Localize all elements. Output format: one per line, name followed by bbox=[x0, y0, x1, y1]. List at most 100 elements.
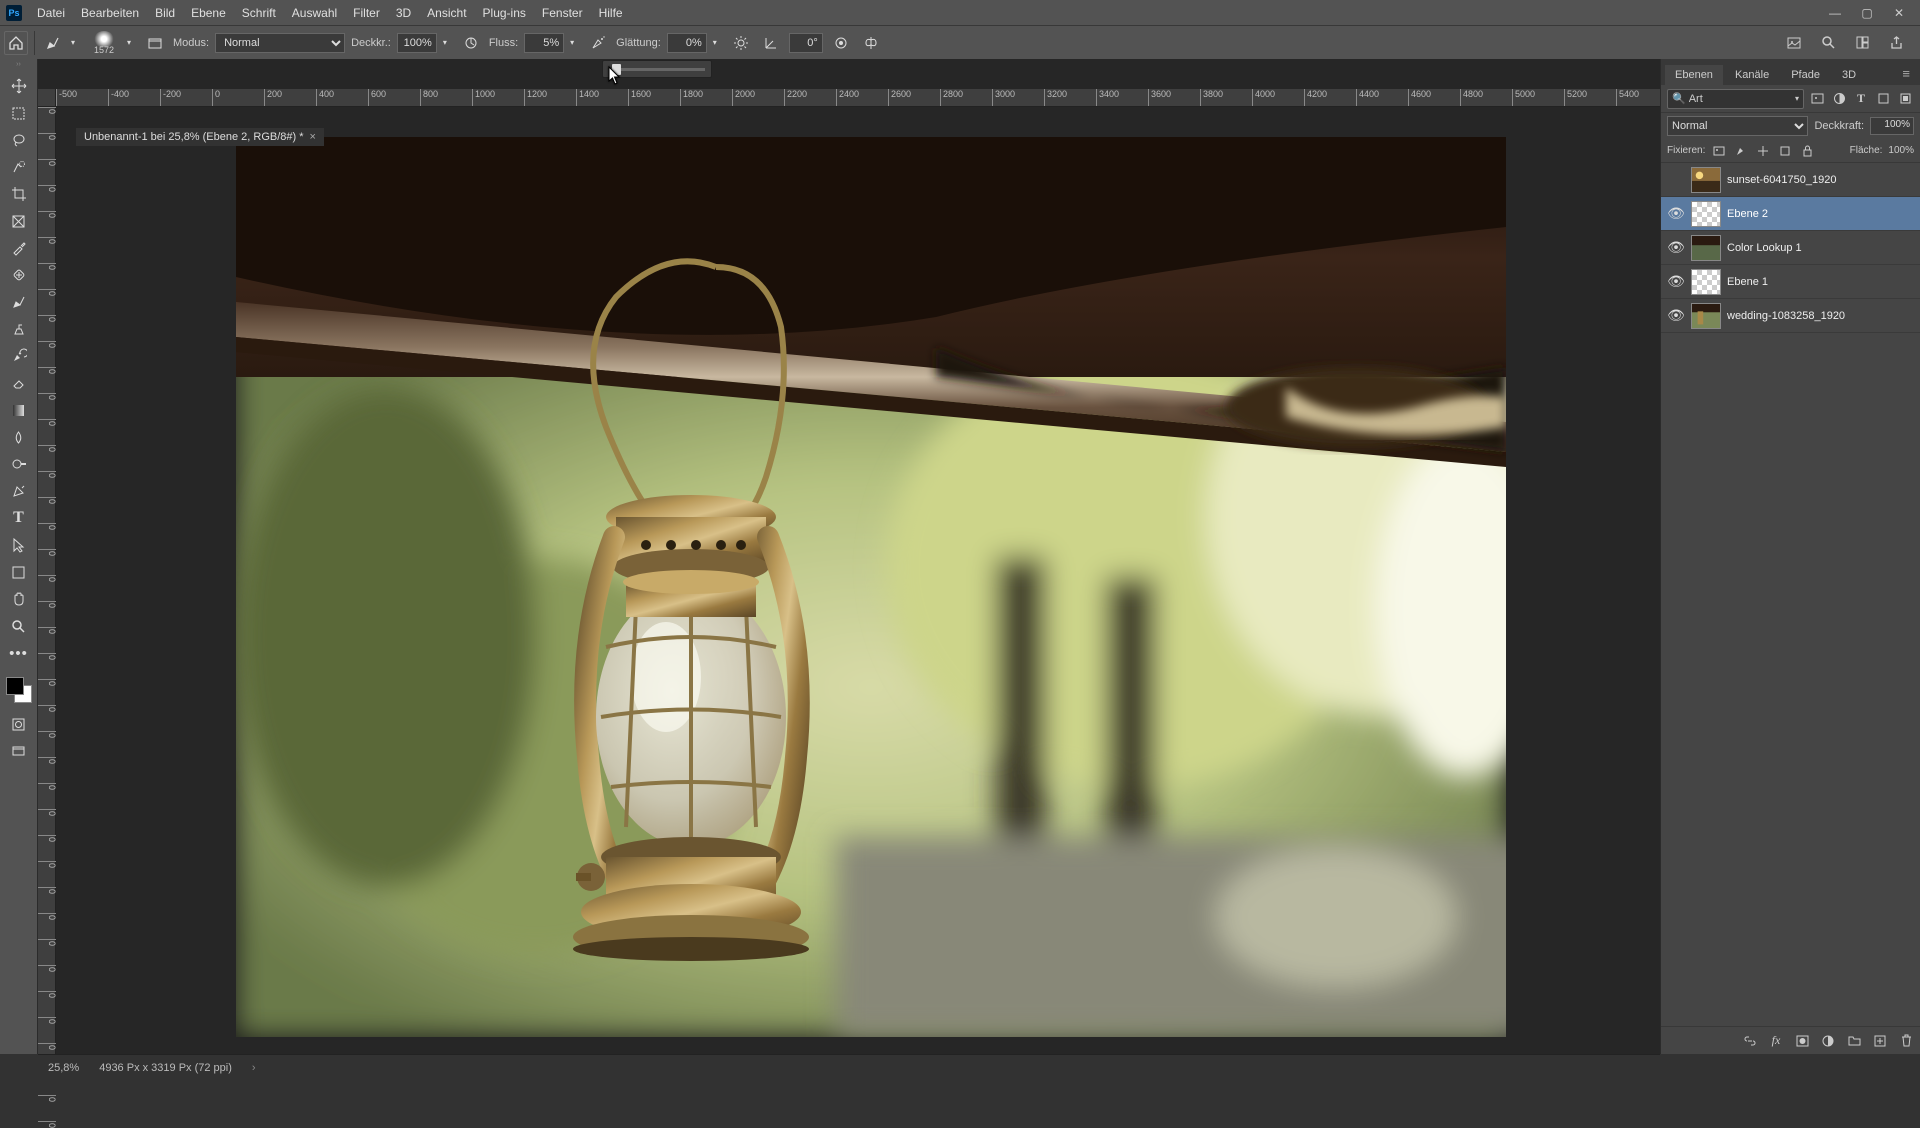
cloud-docs-button[interactable] bbox=[1782, 31, 1806, 55]
visibility-toggle[interactable]: 👁 bbox=[1667, 171, 1685, 188]
layer-row[interactable]: 👁 wedding-1083258_1920 bbox=[1661, 299, 1920, 333]
visibility-toggle[interactable]: 👁 bbox=[1667, 273, 1685, 290]
layer-row[interactable]: 👁 sunset-6041750_1920 bbox=[1661, 163, 1920, 197]
gradient-tool[interactable] bbox=[4, 397, 34, 423]
angle-button[interactable] bbox=[759, 31, 783, 55]
smoothing-options-button[interactable] bbox=[729, 31, 753, 55]
smoothing-input[interactable]: 0% bbox=[667, 33, 707, 53]
brush-tool[interactable] bbox=[4, 289, 34, 315]
flow-slider-popup[interactable] bbox=[602, 60, 712, 78]
layer-thumbnail[interactable] bbox=[1691, 303, 1721, 329]
layer-row[interactable]: 👁 Ebene 2 bbox=[1661, 197, 1920, 231]
adjustment-layer-button[interactable] bbox=[1820, 1033, 1836, 1049]
filter-shape-icon[interactable] bbox=[1874, 90, 1892, 108]
crop-tool[interactable] bbox=[4, 181, 34, 207]
layer-filter-input[interactable] bbox=[1689, 93, 1795, 105]
tab-pfade[interactable]: Pfade bbox=[1781, 65, 1830, 85]
marquee-tool[interactable] bbox=[4, 100, 34, 126]
symmetry-button[interactable] bbox=[859, 31, 883, 55]
edit-toolbar-button[interactable]: ••• bbox=[4, 640, 34, 666]
window-minimize-button[interactable]: — bbox=[1820, 3, 1850, 23]
quick-selection-tool[interactable] bbox=[4, 154, 34, 180]
lock-move-icon[interactable] bbox=[1755, 143, 1771, 159]
document-tab[interactable]: Unbenannt-1 bei 25,8% (Ebene 2, RGB/8#) … bbox=[76, 128, 324, 146]
tab-3d[interactable]: 3D bbox=[1832, 65, 1866, 85]
menu-bearbeiten[interactable]: Bearbeiten bbox=[74, 3, 146, 23]
workspace-button[interactable] bbox=[1850, 31, 1874, 55]
share-button[interactable] bbox=[1884, 31, 1908, 55]
layer-row[interactable]: 👁 Color Lookup 1 bbox=[1661, 231, 1920, 265]
dodge-tool[interactable] bbox=[4, 451, 34, 477]
screen-mode-button[interactable] bbox=[4, 738, 34, 764]
menu-datei[interactable]: Datei bbox=[30, 3, 72, 23]
layer-name[interactable]: Ebene 2 bbox=[1727, 208, 1768, 220]
slider-thumb[interactable] bbox=[612, 64, 621, 75]
link-layers-button[interactable] bbox=[1742, 1033, 1758, 1049]
home-button[interactable] bbox=[4, 31, 28, 55]
chevron-right-icon[interactable]: › bbox=[252, 1062, 256, 1074]
new-layer-button[interactable] bbox=[1872, 1033, 1888, 1049]
vertical-ruler[interactable]: 0000000000000000000000000000000000000000 bbox=[38, 107, 56, 1054]
filter-type-icon[interactable]: T bbox=[1852, 90, 1870, 108]
menu-ebene[interactable]: Ebene bbox=[184, 3, 233, 23]
brush-settings-button[interactable] bbox=[143, 31, 167, 55]
lock-artboard-icon[interactable] bbox=[1777, 143, 1793, 159]
clone-stamp-tool[interactable] bbox=[4, 316, 34, 342]
zoom-tool[interactable] bbox=[4, 613, 34, 639]
frame-tool[interactable] bbox=[4, 208, 34, 234]
chevron-down-icon[interactable]: ▾ bbox=[713, 38, 723, 47]
layer-thumbnail[interactable] bbox=[1691, 269, 1721, 295]
hand-tool[interactable] bbox=[4, 586, 34, 612]
chevron-down-icon[interactable]: ▾ bbox=[570, 38, 580, 47]
brush-preset-picker[interactable]: 1572 bbox=[87, 28, 121, 58]
blur-tool[interactable] bbox=[4, 424, 34, 450]
chevron-down-icon[interactable]: ▾ bbox=[127, 38, 137, 47]
canvas-viewport[interactable] bbox=[56, 107, 1660, 1054]
menu-hilfe[interactable]: Hilfe bbox=[592, 3, 630, 23]
filter-pixel-icon[interactable] bbox=[1808, 90, 1826, 108]
lock-all-icon[interactable] bbox=[1799, 143, 1815, 159]
opacity-input[interactable]: 100% bbox=[397, 33, 437, 53]
filter-smart-icon[interactable] bbox=[1896, 90, 1914, 108]
panel-menu-button[interactable]: ≡ bbox=[1896, 62, 1916, 85]
menu-bild[interactable]: Bild bbox=[148, 3, 182, 23]
chevron-down-icon[interactable]: ▾ bbox=[443, 38, 453, 47]
menu-3d[interactable]: 3D bbox=[389, 3, 418, 23]
lock-pixels-icon[interactable] bbox=[1711, 143, 1727, 159]
layer-row[interactable]: 👁 Ebene 1 bbox=[1661, 265, 1920, 299]
quick-mask-button[interactable] bbox=[4, 711, 34, 737]
foreground-color-swatch[interactable] bbox=[6, 677, 24, 695]
layer-blend-mode-select[interactable]: Normal bbox=[1667, 116, 1808, 136]
visibility-toggle[interactable]: 👁 bbox=[1667, 307, 1685, 324]
eraser-tool[interactable] bbox=[4, 370, 34, 396]
type-tool[interactable]: T bbox=[4, 505, 34, 531]
flow-input[interactable]: 5% bbox=[524, 33, 564, 53]
zoom-level[interactable]: 25,8% bbox=[48, 1062, 79, 1074]
chevron-down-icon[interactable]: ▾ bbox=[71, 38, 81, 47]
layer-filter-select[interactable]: 🔍 ▾ bbox=[1667, 89, 1804, 109]
menu-plugins[interactable]: Plug-ins bbox=[476, 3, 533, 23]
layer-name[interactable]: Ebene 1 bbox=[1727, 276, 1768, 288]
color-swatches[interactable] bbox=[4, 675, 34, 705]
lasso-tool[interactable] bbox=[4, 127, 34, 153]
healing-brush-tool[interactable] bbox=[4, 262, 34, 288]
horizontal-ruler[interactable]: -500-400-2000200400600800100012001400160… bbox=[56, 89, 1660, 107]
lock-position-icon[interactable] bbox=[1733, 143, 1749, 159]
layer-name[interactable]: sunset-6041750_1920 bbox=[1727, 174, 1836, 186]
menu-auswahl[interactable]: Auswahl bbox=[285, 3, 344, 23]
blend-mode-select[interactable]: Normal bbox=[215, 33, 345, 53]
layer-mask-button[interactable] bbox=[1794, 1033, 1810, 1049]
shape-tool[interactable] bbox=[4, 559, 34, 585]
menu-schrift[interactable]: Schrift bbox=[235, 3, 283, 23]
airbrush-button[interactable] bbox=[586, 31, 610, 55]
opacity-pressure-button[interactable] bbox=[459, 31, 483, 55]
menu-filter[interactable]: Filter bbox=[346, 3, 387, 23]
layer-thumbnail[interactable] bbox=[1691, 201, 1721, 227]
menu-fenster[interactable]: Fenster bbox=[535, 3, 590, 23]
canvas[interactable] bbox=[236, 137, 1506, 1037]
pen-tool[interactable] bbox=[4, 478, 34, 504]
move-tool[interactable] bbox=[4, 73, 34, 99]
layer-name[interactable]: wedding-1083258_1920 bbox=[1727, 310, 1845, 322]
fill-input[interactable]: 100% bbox=[1888, 145, 1914, 156]
size-pressure-button[interactable] bbox=[829, 31, 853, 55]
